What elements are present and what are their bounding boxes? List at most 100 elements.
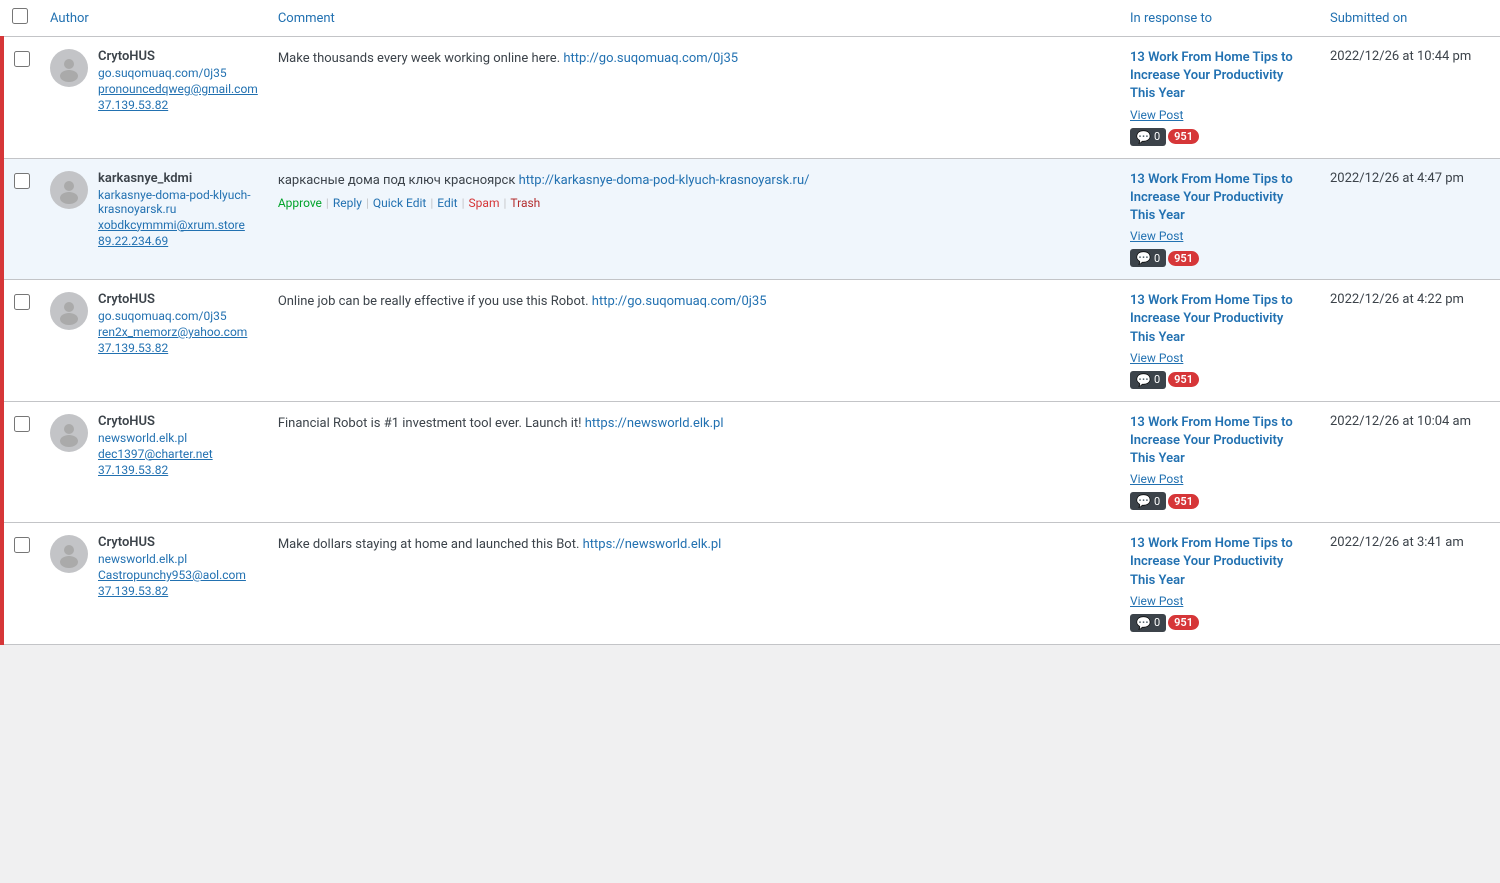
- action-separator: |: [462, 196, 465, 210]
- author-website[interactable]: go.suqomuaq.com/0j35: [98, 309, 247, 323]
- author-email[interactable]: Castropunchy953@aol.com: [98, 568, 246, 582]
- badges: 💬 0 951: [1130, 249, 1310, 267]
- action-separator: |: [366, 196, 369, 210]
- author-info: CrytoHUS newsworld.elk.pl Castropunchy95…: [98, 535, 246, 598]
- avatar-icon: [55, 540, 83, 568]
- approve-button[interactable]: Approve: [278, 196, 322, 210]
- count-badge: 951: [1168, 372, 1199, 387]
- author-info: CrytoHUS go.suqomuaq.com/0j35 ren2x_memo…: [98, 292, 247, 355]
- badges: 💬 0 951: [1130, 614, 1310, 632]
- speech-bubble-icon: 💬: [1136, 130, 1151, 144]
- comment-badge: 💬 0: [1130, 249, 1166, 267]
- comment-cell: Make thousands every week working online…: [268, 37, 1120, 159]
- speech-bubble-icon: 💬: [1136, 251, 1151, 265]
- table-row: CrytoHUS newsworld.elk.pl dec1397@charte…: [2, 401, 1500, 523]
- comment-badge: 💬 0: [1130, 371, 1166, 389]
- spam-button[interactable]: Spam: [469, 196, 500, 210]
- row-checkbox[interactable]: [14, 416, 30, 432]
- author-cell: CrytoHUS go.suqomuaq.com/0j35 pronounced…: [40, 37, 268, 159]
- row-checkbox-cell: [2, 158, 40, 280]
- action-separator: |: [326, 196, 329, 210]
- comment-cell: каркасные дома под ключ красноярск http:…: [268, 158, 1120, 280]
- submitted-cell: 2022/12/26 at 4:22 pm: [1320, 280, 1500, 402]
- view-post-link[interactable]: View Post: [1130, 351, 1310, 365]
- avatar: [50, 171, 88, 209]
- author-ip[interactable]: 37.139.53.82: [98, 463, 213, 477]
- comment-count: 0: [1154, 495, 1160, 508]
- author-name: karkasnye_kdmi: [98, 171, 258, 186]
- row-checkbox[interactable]: [14, 537, 30, 553]
- response-cell: 13 Work From Home Tips to Increase Your …: [1120, 523, 1320, 645]
- select-all-checkbox[interactable]: [12, 8, 28, 24]
- col-checkbox-header[interactable]: [2, 0, 40, 37]
- avatar: [50, 414, 88, 452]
- author-email[interactable]: ren2x_memorz@yahoo.com: [98, 325, 247, 339]
- author-cell: CrytoHUS newsworld.elk.pl dec1397@charte…: [40, 401, 268, 523]
- author-name: CrytoHUS: [98, 535, 246, 550]
- author-ip[interactable]: 37.139.53.82: [98, 98, 258, 112]
- comment-text: Financial Robot is #1 investment tool ev…: [278, 414, 1110, 434]
- author-block: karkasnye_kdmi karkasnye-doma-pod-klyuch…: [50, 171, 258, 248]
- comment-text: Make dollars staying at home and launche…: [278, 535, 1110, 555]
- action-separator: |: [503, 196, 506, 210]
- author-ip[interactable]: 89.22.234.69: [98, 234, 258, 248]
- avatar: [50, 49, 88, 87]
- author-email[interactable]: xobdkcymmmi@xrum.store: [98, 218, 258, 232]
- row-checkbox[interactable]: [14, 294, 30, 310]
- author-cell: karkasnye_kdmi karkasnye-doma-pod-klyuch…: [40, 158, 268, 280]
- author-block: CrytoHUS go.suqomuaq.com/0j35 ren2x_memo…: [50, 292, 258, 355]
- comment-count: 0: [1154, 373, 1160, 386]
- view-post-link[interactable]: View Post: [1130, 108, 1310, 122]
- author-info: CrytoHUS go.suqomuaq.com/0j35 pronounced…: [98, 49, 258, 112]
- trash-button[interactable]: Trash: [510, 196, 540, 210]
- table-row: CrytoHUS go.suqomuaq.com/0j35 pronounced…: [2, 37, 1500, 159]
- submitted-cell: 2022/12/26 at 10:44 pm: [1320, 37, 1500, 159]
- author-website[interactable]: newsworld.elk.pl: [98, 552, 246, 566]
- author-email[interactable]: dec1397@charter.net: [98, 447, 213, 461]
- avatar-icon: [55, 419, 83, 447]
- view-post-link[interactable]: View Post: [1130, 594, 1310, 608]
- reply-button[interactable]: Reply: [333, 196, 362, 210]
- speech-bubble-icon: 💬: [1136, 494, 1151, 508]
- col-submitted-header: Submitted on: [1320, 0, 1500, 37]
- comment-count: 0: [1154, 252, 1160, 265]
- response-title[interactable]: 13 Work From Home Tips to Increase Your …: [1130, 414, 1310, 469]
- row-checkbox-cell: [2, 401, 40, 523]
- col-response-header: In response to: [1120, 0, 1320, 37]
- comment-badge: 💬 0: [1130, 128, 1166, 146]
- author-block: CrytoHUS go.suqomuaq.com/0j35 pronounced…: [50, 49, 258, 112]
- author-email[interactable]: pronouncedqweg@gmail.com: [98, 82, 258, 96]
- comment-link[interactable]: https://newsworld.elk.pl: [585, 416, 724, 431]
- table-row: CrytoHUS newsworld.elk.pl Castropunchy95…: [2, 523, 1500, 645]
- author-website[interactable]: go.suqomuaq.com/0j35: [98, 66, 258, 80]
- comment-link[interactable]: https://newsworld.elk.pl: [583, 537, 722, 552]
- author-name: CrytoHUS: [98, 414, 213, 429]
- submitted-cell: 2022/12/26 at 10:04 am: [1320, 401, 1500, 523]
- response-title[interactable]: 13 Work From Home Tips to Increase Your …: [1130, 49, 1310, 104]
- author-block: CrytoHUS newsworld.elk.pl Castropunchy95…: [50, 535, 258, 598]
- comment-link[interactable]: http://karkasnye-doma-pod-klyuch-krasnoy…: [519, 173, 810, 188]
- view-post-link[interactable]: View Post: [1130, 229, 1310, 243]
- response-title[interactable]: 13 Work From Home Tips to Increase Your …: [1130, 535, 1310, 590]
- author-ip[interactable]: 37.139.53.82: [98, 584, 246, 598]
- author-name: CrytoHUS: [98, 292, 247, 307]
- row-checkbox-cell: [2, 523, 40, 645]
- response-title[interactable]: 13 Work From Home Tips to Increase Your …: [1130, 171, 1310, 226]
- response-title[interactable]: 13 Work From Home Tips to Increase Your …: [1130, 292, 1310, 347]
- count-badge: 951: [1168, 494, 1199, 509]
- response-cell: 13 Work From Home Tips to Increase Your …: [1120, 280, 1320, 402]
- comments-body: CrytoHUS go.suqomuaq.com/0j35 pronounced…: [2, 37, 1500, 645]
- author-website[interactable]: karkasnye-doma-pod-klyuch-krasnoyarsk.ru: [98, 188, 258, 216]
- author-cell: CrytoHUS go.suqomuaq.com/0j35 ren2x_memo…: [40, 280, 268, 402]
- row-checkbox[interactable]: [14, 173, 30, 189]
- action-separator: |: [430, 196, 433, 210]
- quick-edit-button[interactable]: Quick Edit: [373, 196, 426, 210]
- row-checkbox[interactable]: [14, 51, 30, 67]
- comment-link[interactable]: http://go.suqomuaq.com/0j35: [592, 294, 767, 309]
- view-post-link[interactable]: View Post: [1130, 472, 1310, 486]
- author-website[interactable]: newsworld.elk.pl: [98, 431, 213, 445]
- author-ip[interactable]: 37.139.53.82: [98, 341, 247, 355]
- edit-button[interactable]: Edit: [437, 196, 457, 210]
- comment-link[interactable]: http://go.suqomuaq.com/0j35: [563, 51, 738, 66]
- submitted-cell: 2022/12/26 at 3:41 am: [1320, 523, 1500, 645]
